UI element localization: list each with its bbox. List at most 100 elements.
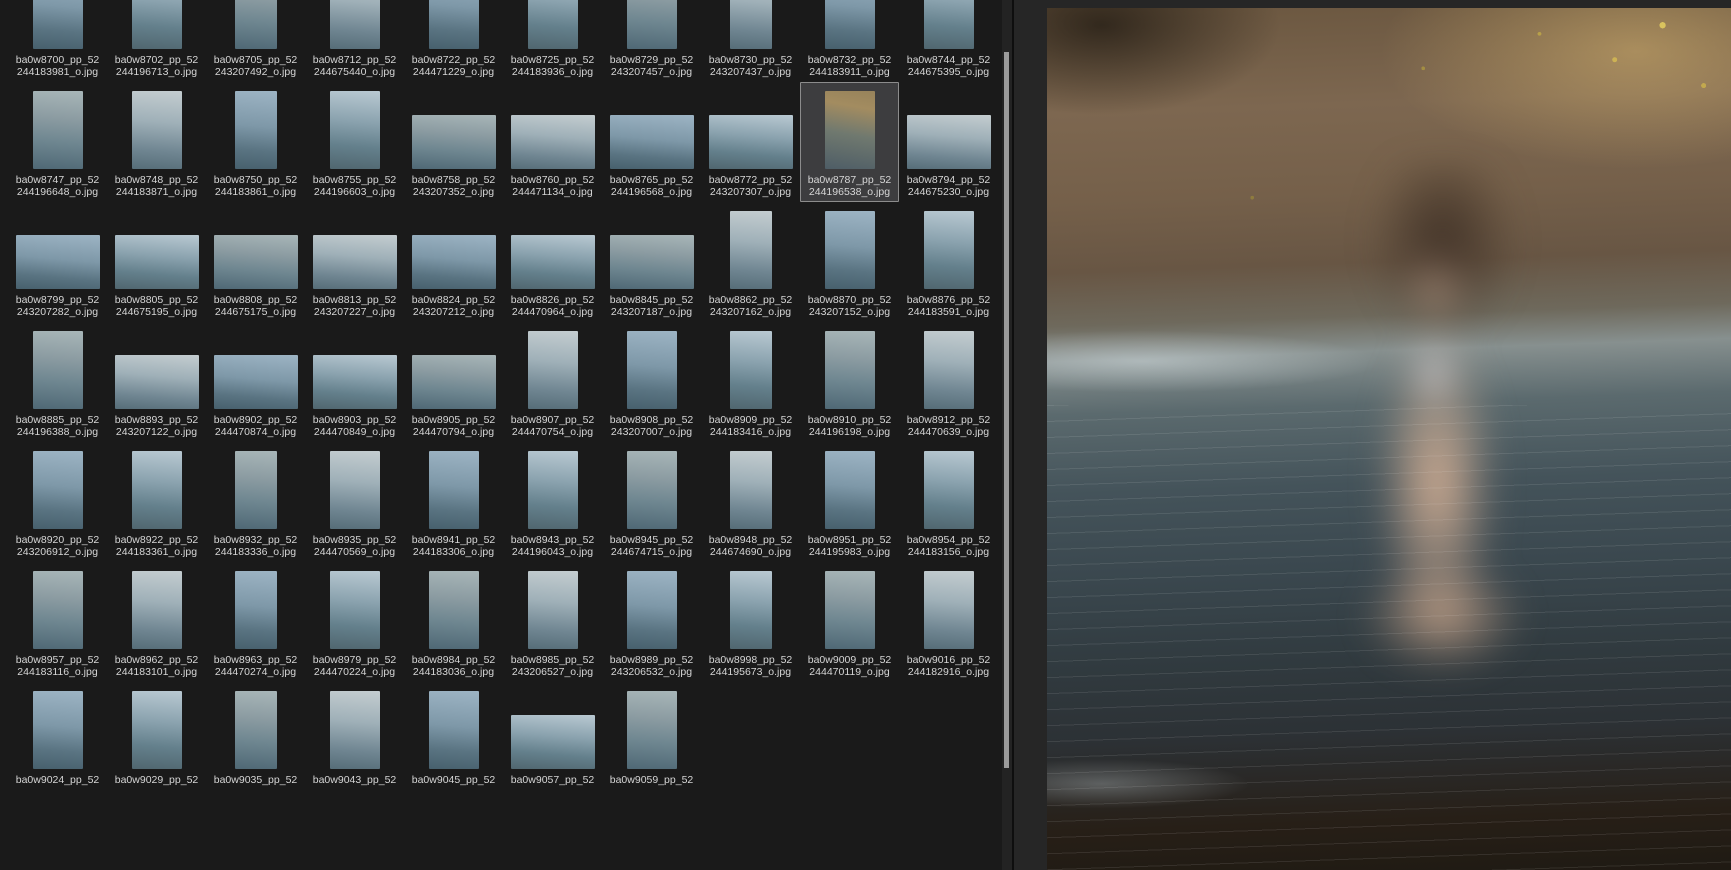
file-item[interactable]: ba0w8799_pp_52243207282_o.jpg — [8, 202, 107, 322]
file-thumbnail — [214, 355, 298, 409]
file-item[interactable]: ba0w8758_pp_52243207352_o.jpg — [404, 82, 503, 202]
file-item[interactable]: ba0w8962_pp_52244183101_o.jpg — [107, 562, 206, 682]
file-item[interactable]: ba0w8702_pp_52244196713_o.jpg — [107, 0, 206, 82]
file-item[interactable]: ba0w8943_pp_52244196043_o.jpg — [503, 442, 602, 562]
file-name-line1: ba0w8905_pp_52 — [412, 414, 496, 426]
file-item[interactable]: ba0w8813_pp_52243207227_o.jpg — [305, 202, 404, 322]
file-thumbnail — [825, 211, 875, 289]
file-thumbnail — [627, 691, 677, 769]
file-name-line1: ba0w8747_pp_52 — [16, 174, 100, 186]
file-item[interactable]: ba0w8805_pp_52244675195_o.jpg — [107, 202, 206, 322]
file-item[interactable]: ba0w9029_pp_52243206362_o.jpg — [107, 682, 206, 786]
file-item[interactable]: ba0w8712_pp_52244675440_o.jpg — [305, 0, 404, 82]
file-thumbnail — [627, 571, 677, 649]
file-item[interactable]: ba0w8922_pp_52244183361_o.jpg — [107, 442, 206, 562]
file-item[interactable]: ba0w9057_pp_52244674220_o.jpg — [503, 682, 602, 786]
file-name-line1: ba0w8725_pp_52 — [511, 54, 595, 66]
file-name-line2: 244183156_o.jpg — [908, 546, 989, 558]
file-item[interactable]: ba0w8744_pp_52244675395_o.jpg — [899, 0, 998, 82]
file-name-line1: ba0w8748_pp_52 — [115, 174, 199, 186]
file-item[interactable]: ba0w9035_pp_52244182806_o.jpg — [206, 682, 305, 786]
file-item[interactable]: ba0w9059_pp_52243206222_o.jpg — [602, 682, 701, 786]
file-item[interactable]: ba0w8730_pp_52243207437_o.jpg — [701, 0, 800, 82]
file-thumbnail — [132, 91, 182, 169]
file-item[interactable]: ba0w8963_pp_52244470274_o.jpg — [206, 562, 305, 682]
file-item[interactable]: ba0w8984_pp_52244183036_o.jpg — [404, 562, 503, 682]
file-item[interactable]: ba0w8729_pp_52243207457_o.jpg — [602, 0, 701, 82]
file-item[interactable]: ba0w8722_pp_52244471229_o.jpg — [404, 0, 503, 82]
scrollbar-thumb[interactable] — [1004, 52, 1009, 768]
scrollbar[interactable] — [1002, 0, 1012, 870]
file-item[interactable]: ba0w8945_pp_52244674715_o.jpg — [602, 442, 701, 562]
file-item[interactable]: ba0w8957_pp_52244183116_o.jpg — [8, 562, 107, 682]
file-item[interactable]: ba0w8700_pp_52244183981_o.jpg — [8, 0, 107, 82]
file-name-line1: ba0w8989_pp_52 — [610, 654, 694, 666]
file-item[interactable]: ba0w8920_pp_52243206912_o.jpg — [8, 442, 107, 562]
file-item[interactable]: ba0w8910_pp_52244196198_o.jpg — [800, 322, 899, 442]
file-item[interactable]: ba0w8748_pp_52244183871_o.jpg — [107, 82, 206, 202]
file-name-line1: ba0w8998_pp_52 — [709, 654, 793, 666]
file-name-line1: ba0w8700_pp_52 — [16, 54, 100, 66]
file-item[interactable]: ba0w8750_pp_52244183861_o.jpg — [206, 82, 305, 202]
file-item[interactable]: ba0w8979_pp_52244470224_o.jpg — [305, 562, 404, 682]
file-item[interactable]: ba0w8876_pp_52244183591_o.jpg — [899, 202, 998, 322]
file-item[interactable]: ba0w8808_pp_52244675175_o.jpg — [206, 202, 305, 322]
file-item[interactable]: ba0w8989_pp_52243206532_o.jpg — [602, 562, 701, 682]
file-item[interactable]: ba0w8787_pp_52244196538_o.jpg — [800, 82, 899, 202]
file-item[interactable]: ba0w8747_pp_52244196648_o.jpg — [8, 82, 107, 202]
file-name-line2: 244183336_o.jpg — [215, 546, 296, 558]
file-item[interactable]: ba0w9045_pp_52244105528_o.jpg — [404, 682, 503, 786]
file-item[interactable]: ba0w8732_pp_52244183911_o.jpg — [800, 0, 899, 82]
file-item[interactable]: ba0w8725_pp_52244183936_o.jpg — [503, 0, 602, 82]
file-name-line1: ba0w8893_pp_52 — [115, 414, 199, 426]
file-item[interactable]: ba0w8907_pp_52244470754_o.jpg — [503, 322, 602, 442]
file-name-line2: 244196388_o.jpg — [17, 426, 98, 438]
file-item[interactable]: ba0w8824_pp_52243207212_o.jpg — [404, 202, 503, 322]
file-name-line1: ba0w8962_pp_52 — [115, 654, 199, 666]
file-thumbnail — [825, 331, 875, 409]
file-thumbnail — [924, 0, 974, 49]
file-item[interactable]: ba0w9009_pp_52244470119_o.jpg — [800, 562, 899, 682]
file-name-line2: 244470794_o.jpg — [413, 426, 494, 438]
thumbnail-grid-viewport: ba0w8700_pp_52244183981_o.jpgba0w8702_pp… — [0, 0, 1002, 786]
file-name-line1: ba0w8910_pp_52 — [808, 414, 892, 426]
file-item[interactable]: ba0w9016_pp_52244182916_o.jpg — [899, 562, 998, 682]
file-name-line2: 244675195_o.jpg — [116, 306, 197, 318]
file-item[interactable]: ba0w9024_pp_52244674205_o.jpg — [8, 682, 107, 786]
file-item[interactable]: ba0w9043_pp_52244182786_o.jpg — [305, 682, 404, 786]
file-item[interactable]: ba0w8905_pp_52244470794_o.jpg — [404, 322, 503, 442]
file-thumbnail — [33, 451, 83, 529]
file-name-line1: ba0w8885_pp_52 — [16, 414, 100, 426]
file-item[interactable]: ba0w8772_pp_52243207307_o.jpg — [701, 82, 800, 202]
file-item[interactable]: ba0w8935_pp_52244470569_o.jpg — [305, 442, 404, 562]
file-item[interactable]: ba0w8985_pp_52243206527_o.jpg — [503, 562, 602, 682]
file-item[interactable]: ba0w8998_pp_52244195673_o.jpg — [701, 562, 800, 682]
file-item[interactable]: ba0w8909_pp_52244183416_o.jpg — [701, 322, 800, 442]
file-item[interactable]: ba0w8845_pp_52243207187_o.jpg — [602, 202, 701, 322]
file-item[interactable]: ba0w8705_pp_52243207492_o.jpg — [206, 0, 305, 82]
file-item[interactable]: ba0w8870_pp_52243207152_o.jpg — [800, 202, 899, 322]
file-item[interactable]: ba0w8908_pp_52243207007_o.jpg — [602, 322, 701, 442]
file-item[interactable]: ba0w8932_pp_52244183336_o.jpg — [206, 442, 305, 562]
file-item[interactable]: ba0w8765_pp_52244196568_o.jpg — [602, 82, 701, 202]
file-item[interactable]: ba0w8893_pp_52243207122_o.jpg — [107, 322, 206, 442]
file-name-line1: ba0w8799_pp_52 — [16, 294, 100, 306]
file-item[interactable]: ba0w8794_pp_52244675230_o.jpg — [899, 82, 998, 202]
file-name-line1: ba0w8758_pp_52 — [412, 174, 496, 186]
file-item[interactable]: ba0w8760_pp_52244471134_o.jpg — [503, 82, 602, 202]
file-item[interactable]: ba0w8885_pp_52244196388_o.jpg — [8, 322, 107, 442]
file-item[interactable]: ba0w8948_pp_52244674690_o.jpg — [701, 442, 800, 562]
file-item[interactable]: ba0w8755_pp_52244196603_o.jpg — [305, 82, 404, 202]
file-item[interactable]: ba0w8862_pp_52243207162_o.jpg — [701, 202, 800, 322]
file-item[interactable]: ba0w8902_pp_52244470874_o.jpg — [206, 322, 305, 442]
file-item[interactable]: ba0w8941_pp_52244183306_o.jpg — [404, 442, 503, 562]
file-item[interactable]: ba0w8912_pp_52244470639_o.jpg — [899, 322, 998, 442]
file-name-line1: ba0w9035_pp_52 — [214, 774, 298, 786]
file-name-line1: ba0w9043_pp_52 — [313, 774, 397, 786]
file-item[interactable]: ba0w8903_pp_52244470849_o.jpg — [305, 322, 404, 442]
file-name-line2: 243207282_o.jpg — [17, 306, 98, 318]
file-item[interactable]: ba0w8826_pp_52244470964_o.jpg — [503, 202, 602, 322]
file-item[interactable]: ba0w8954_pp_52244183156_o.jpg — [899, 442, 998, 562]
file-name-line2: 243207212_o.jpg — [413, 306, 494, 318]
file-item[interactable]: ba0w8951_pp_52244195983_o.jpg — [800, 442, 899, 562]
